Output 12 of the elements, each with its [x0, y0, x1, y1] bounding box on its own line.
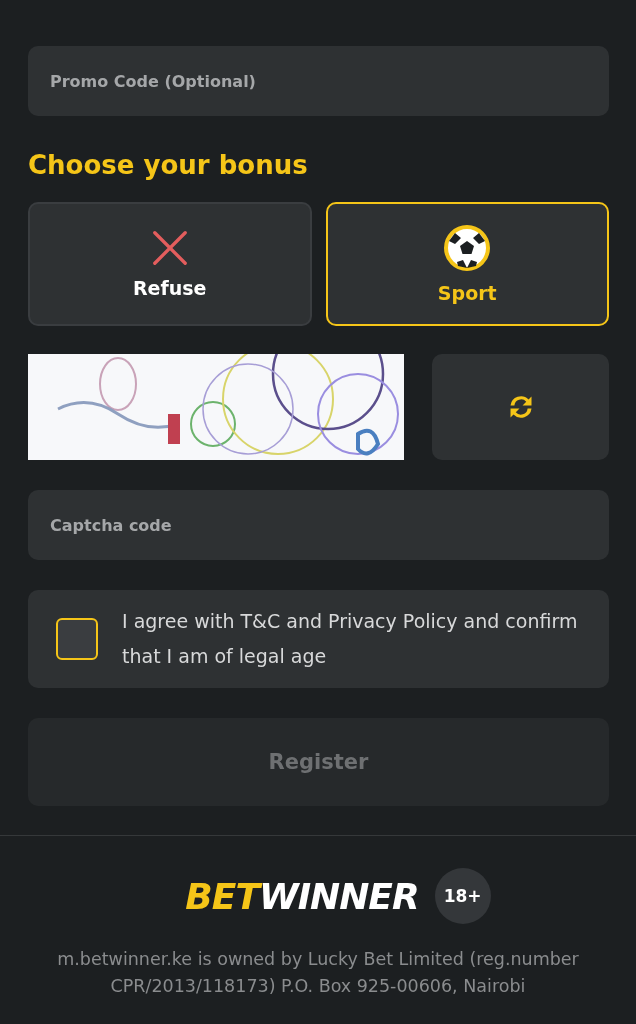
agreement-text: I agree with T&C and Privacy Policy and confirm that I am of legal age	[122, 609, 579, 669]
age-badge: 18+	[434, 868, 491, 924]
sport-bonus-option[interactable]: Sport	[325, 202, 609, 326]
refuse-bonus-option[interactable]: Refuse	[28, 202, 312, 326]
cross-icon	[150, 229, 189, 267]
agreement-checkbox[interactable]	[56, 618, 98, 660]
legal-text: m.betwinner.ke is owned by Lucky Bet Limited (reg.number CPR/2013/118173) P.O. Box 925-00606, Nairobi	[56, 948, 580, 998]
logo: BETWINNER	[185, 875, 419, 917]
bonus-heading: Choose your bonus	[28, 150, 309, 180]
captcha-code-field[interactable]: Captcha code	[28, 490, 609, 560]
promo-code-field[interactable]: Promo Code (Optional)	[28, 46, 609, 116]
soccer-ball-icon	[443, 224, 492, 272]
